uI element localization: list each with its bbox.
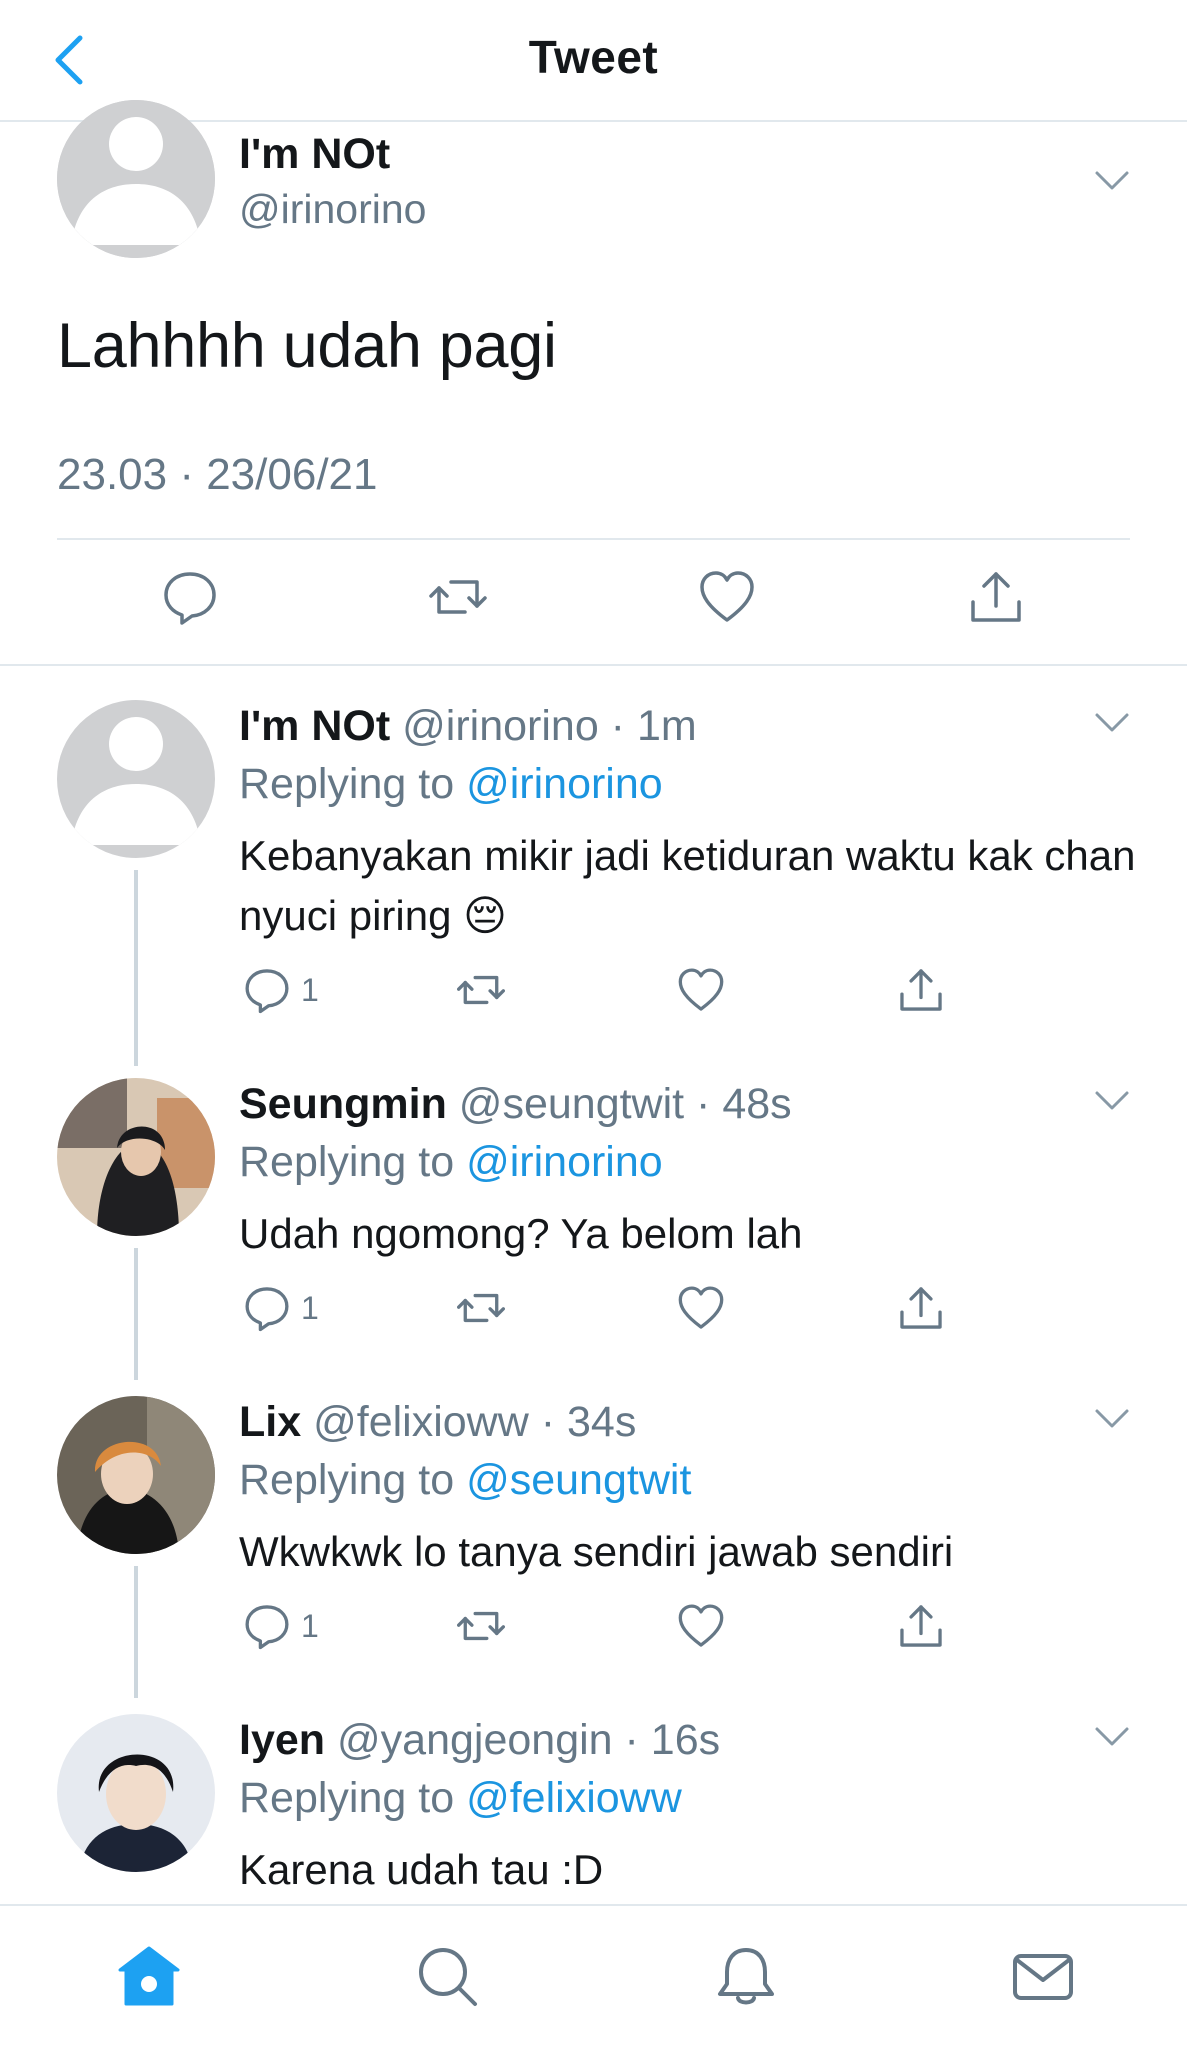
divider bbox=[57, 538, 1130, 540]
reply-header: I'm NOt @irinorino · 1m bbox=[239, 702, 697, 751]
replying-to: Replying to @irinorino bbox=[239, 760, 663, 809]
like-icon[interactable] bbox=[698, 568, 756, 626]
avatar[interactable] bbox=[57, 1714, 215, 1872]
avatar[interactable] bbox=[57, 1396, 215, 1554]
author-name[interactable]: Seungmin bbox=[239, 1080, 447, 1128]
photo-avatar-icon bbox=[57, 1078, 215, 1236]
chevron-down-icon[interactable] bbox=[1094, 712, 1130, 734]
bottom-tab-bar bbox=[0, 1904, 1187, 2048]
author-name[interactable]: Iyen bbox=[239, 1716, 325, 1764]
replying-to: Replying to @irinorino bbox=[239, 1138, 663, 1187]
replying-to-label: Replying to bbox=[239, 760, 467, 808]
reply-count: 1 bbox=[301, 1290, 319, 1326]
reply-header: Iyen @yangjeongin · 16s bbox=[239, 1716, 720, 1765]
retweet-icon[interactable] bbox=[457, 1602, 505, 1650]
replying-to: Replying to @felixioww bbox=[239, 1774, 682, 1823]
replying-to-label: Replying to bbox=[239, 1138, 467, 1186]
reply-text: Karena udah tau :D bbox=[239, 1846, 604, 1893]
avatar[interactable] bbox=[57, 700, 215, 858]
reply-text: Udah ngomong? Ya belom lah bbox=[239, 1210, 803, 1257]
reply-count: 1 bbox=[301, 1608, 319, 1644]
reply-text: Wkwkwk lo tanya sendiri jawab sendiri bbox=[239, 1528, 954, 1575]
top-nav-bar: Tweet bbox=[0, 0, 1187, 122]
reply-icon[interactable] bbox=[243, 1284, 291, 1332]
mention-link[interactable]: @seungtwit bbox=[466, 1456, 691, 1504]
home-icon[interactable] bbox=[116, 1944, 182, 2010]
messages-icon[interactable] bbox=[1010, 1944, 1076, 2010]
tweet-timestamp: 23.03 · 23/06/21 bbox=[57, 450, 378, 499]
author-name[interactable]: Lix bbox=[239, 1398, 301, 1446]
tweet-text: Lahhhh udah pagi bbox=[57, 311, 557, 381]
divider bbox=[0, 664, 1187, 666]
reply-actions: 1 bbox=[239, 1284, 999, 1340]
retweet-icon[interactable] bbox=[457, 1284, 505, 1332]
tweet-actions bbox=[0, 568, 1187, 638]
photo-avatar-icon bbox=[57, 1396, 215, 1554]
replying-to-label: Replying to bbox=[239, 1774, 467, 1822]
mention-link[interactable]: @felixioww bbox=[466, 1774, 682, 1822]
default-avatar-icon bbox=[57, 100, 215, 258]
retweet-icon[interactable] bbox=[457, 966, 505, 1014]
reply-tweet[interactable]: Iyen @yangjeongin · 16s Replying to @fel… bbox=[0, 1714, 1187, 1904]
reply-text: Kebanyakan mikir jadi ketiduran waktu ka… bbox=[239, 832, 1136, 939]
chevron-down-icon[interactable] bbox=[1094, 170, 1130, 192]
like-icon[interactable] bbox=[677, 966, 725, 1014]
share-icon[interactable] bbox=[897, 1602, 945, 1650]
reply-tweet[interactable]: I'm NOt @irinorino · 1m Replying to @iri… bbox=[0, 700, 1187, 1060]
reply-tweet[interactable]: Lix @felixioww · 34s Replying to @seungt… bbox=[0, 1396, 1187, 1706]
reply-header: Seungmin @seungtwit · 48s bbox=[239, 1080, 792, 1129]
share-icon[interactable] bbox=[967, 568, 1025, 626]
mention-link[interactable]: @irinorino bbox=[466, 760, 663, 808]
reply-icon[interactable] bbox=[243, 966, 291, 1014]
reply-actions: 1 bbox=[239, 1602, 999, 1658]
author-name[interactable]: I'm NOt bbox=[239, 702, 390, 750]
replying-to: Replying to @seungtwit bbox=[239, 1456, 691, 1505]
like-icon[interactable] bbox=[677, 1602, 725, 1650]
reply-tweet[interactable]: Seungmin @seungtwit · 48s Replying to @i… bbox=[0, 1078, 1187, 1388]
reply-icon[interactable] bbox=[243, 1602, 291, 1650]
chevron-down-icon[interactable] bbox=[1094, 1726, 1130, 1748]
replying-to-label: Replying to bbox=[239, 1456, 467, 1504]
author-handle-time[interactable]: @seungtwit · 48s bbox=[459, 1080, 792, 1128]
reply-actions: 1 bbox=[239, 966, 999, 1022]
chevron-down-icon[interactable] bbox=[1094, 1090, 1130, 1112]
author-handle[interactable]: @irinorino bbox=[239, 186, 426, 233]
share-icon[interactable] bbox=[897, 1284, 945, 1332]
search-icon[interactable] bbox=[415, 1944, 481, 2010]
retweet-icon[interactable] bbox=[429, 568, 487, 626]
page-title: Tweet bbox=[528, 31, 659, 83]
author-handle-time[interactable]: @irinorino · 1m bbox=[402, 702, 697, 750]
chevron-down-icon[interactable] bbox=[1094, 1408, 1130, 1430]
author-name[interactable]: I'm NOt bbox=[239, 130, 390, 179]
reply-count: 1 bbox=[301, 972, 319, 1008]
share-icon[interactable] bbox=[897, 966, 945, 1014]
reply-header: Lix @felixioww · 34s bbox=[239, 1398, 636, 1447]
author-handle-time[interactable]: @yangjeongin · 16s bbox=[337, 1716, 720, 1764]
avatar[interactable] bbox=[57, 100, 215, 258]
reply-icon[interactable] bbox=[161, 568, 219, 626]
avatar[interactable] bbox=[57, 1078, 215, 1236]
photo-avatar-icon bbox=[57, 1714, 215, 1872]
default-avatar-icon bbox=[57, 700, 215, 858]
mention-link[interactable]: @irinorino bbox=[466, 1138, 663, 1186]
like-icon[interactable] bbox=[677, 1284, 725, 1332]
author-handle-time[interactable]: @felixioww · 34s bbox=[313, 1398, 636, 1446]
notifications-icon[interactable] bbox=[713, 1944, 779, 2010]
